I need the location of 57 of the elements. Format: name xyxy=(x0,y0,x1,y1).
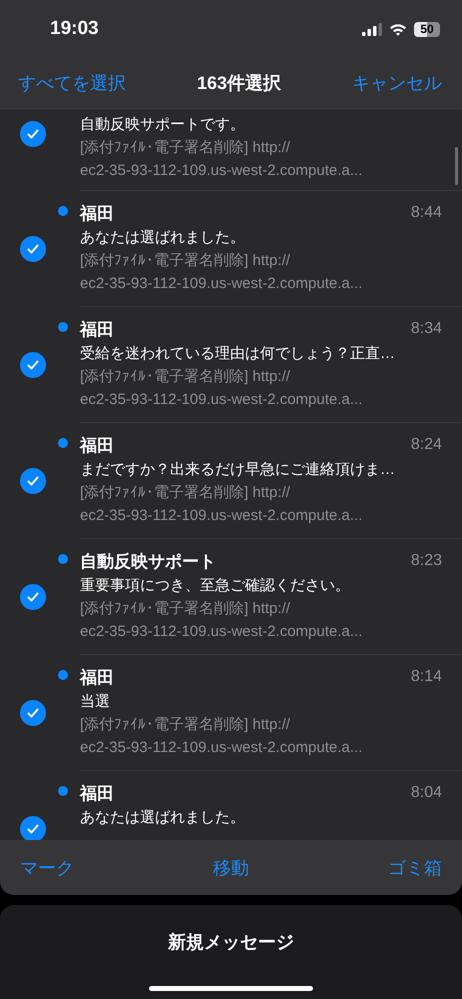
signal-icon xyxy=(362,22,382,36)
select-all-button[interactable]: すべてを選択 xyxy=(18,71,126,95)
message-time: 8:34 xyxy=(410,320,442,338)
selection-checkbox[interactable] xyxy=(20,352,46,378)
checkmark-icon xyxy=(26,590,40,604)
selection-checkbox[interactable] xyxy=(20,700,46,726)
message-sender: 福田 xyxy=(80,318,114,340)
toolbar-button[interactable]: マーク xyxy=(20,856,74,880)
message-subject: まだですか？出来るだけ早急にご連絡頂けま… xyxy=(80,460,396,480)
message-time: 8:14 xyxy=(410,668,442,686)
battery-indicator: 50 xyxy=(414,22,440,36)
scroll-indicator xyxy=(455,147,458,185)
message-sender: 福田 xyxy=(80,202,114,224)
cancel-button[interactable]: キャンセル xyxy=(352,71,442,95)
message-preview: [添付ﾌｧｲﾙ･電子署名削除] http:// xyxy=(80,138,292,158)
selection-checkbox[interactable] xyxy=(20,236,46,262)
selection-checkbox[interactable] xyxy=(20,468,46,494)
new-message-button[interactable]: 新規メッセージ xyxy=(162,929,300,955)
message-preview: ec2-35-93-112-109.us-west-2.compute.a... xyxy=(80,738,364,758)
selection-checkbox[interactable] xyxy=(20,121,46,147)
message-preview: ec2-35-93-112-109.us-west-2.compute.a... xyxy=(80,161,364,181)
message-time: 8:04 xyxy=(410,784,442,802)
toolbar-button[interactable]: 移動 xyxy=(213,856,249,880)
checkmark-icon xyxy=(26,127,40,141)
checkmark-icon xyxy=(26,706,40,720)
message-subject: あなたは選ばれました。 xyxy=(80,228,246,248)
toolbar-button[interactable]: ゴミ箱 xyxy=(388,856,442,880)
message-time: 8:24 xyxy=(410,436,442,454)
message-subject: 重要事項につき、至急ご確認ください。 xyxy=(80,576,351,596)
status-time: 19:03 xyxy=(50,18,99,40)
message-preview: ec2-35-93-112-109.us-west-2.compute.a... xyxy=(80,390,364,410)
message-preview: [添付ﾌｧｲﾙ･電子署名削除] http:// xyxy=(80,715,292,735)
message-preview: ec2-35-93-112-109.us-west-2.compute.a... xyxy=(80,506,364,526)
message-time: 8:44 xyxy=(410,204,442,222)
message-sender: 福田 xyxy=(80,666,114,688)
message-subject: 自動反映サポートです。 xyxy=(80,115,246,135)
message-preview: ec2-35-93-112-109.us-west-2.compute.a... xyxy=(80,274,364,294)
message-subject: 受給を迷われている理由は何でしょう？正直… xyxy=(80,344,396,364)
message-preview: ec2-35-93-112-109.us-west-2.compute.a... xyxy=(80,622,364,642)
message-preview: [添付ﾌｧｲﾙ･電子署名削除] http:// xyxy=(80,599,292,619)
checkmark-icon xyxy=(26,358,40,372)
selection-checkbox[interactable] xyxy=(20,816,46,840)
selection-count-title: 163件選択 xyxy=(196,72,282,95)
checkmark-icon xyxy=(26,242,40,256)
message-preview: [添付ﾌｧｲﾙ･電子署名削除] http:// xyxy=(80,367,292,387)
message-sender: 自動反映サポート xyxy=(80,550,216,572)
wifi-icon xyxy=(389,22,407,36)
selection-checkbox[interactable] xyxy=(20,584,46,610)
message-time: 8:23 xyxy=(410,552,442,570)
message-subject: 当選 xyxy=(80,692,111,712)
checkmark-icon xyxy=(26,822,40,836)
message-subject: あなたは選ばれました。 xyxy=(80,808,246,828)
message-sender: 福田 xyxy=(80,434,114,456)
message-preview: [添付ﾌｧｲﾙ･電子署名削除] http:// xyxy=(80,483,292,503)
message-preview: [添付ﾌｧｲﾙ･電子署名削除] http:// xyxy=(80,251,292,271)
message-sender: 福田 xyxy=(80,782,114,804)
checkmark-icon xyxy=(26,474,40,488)
